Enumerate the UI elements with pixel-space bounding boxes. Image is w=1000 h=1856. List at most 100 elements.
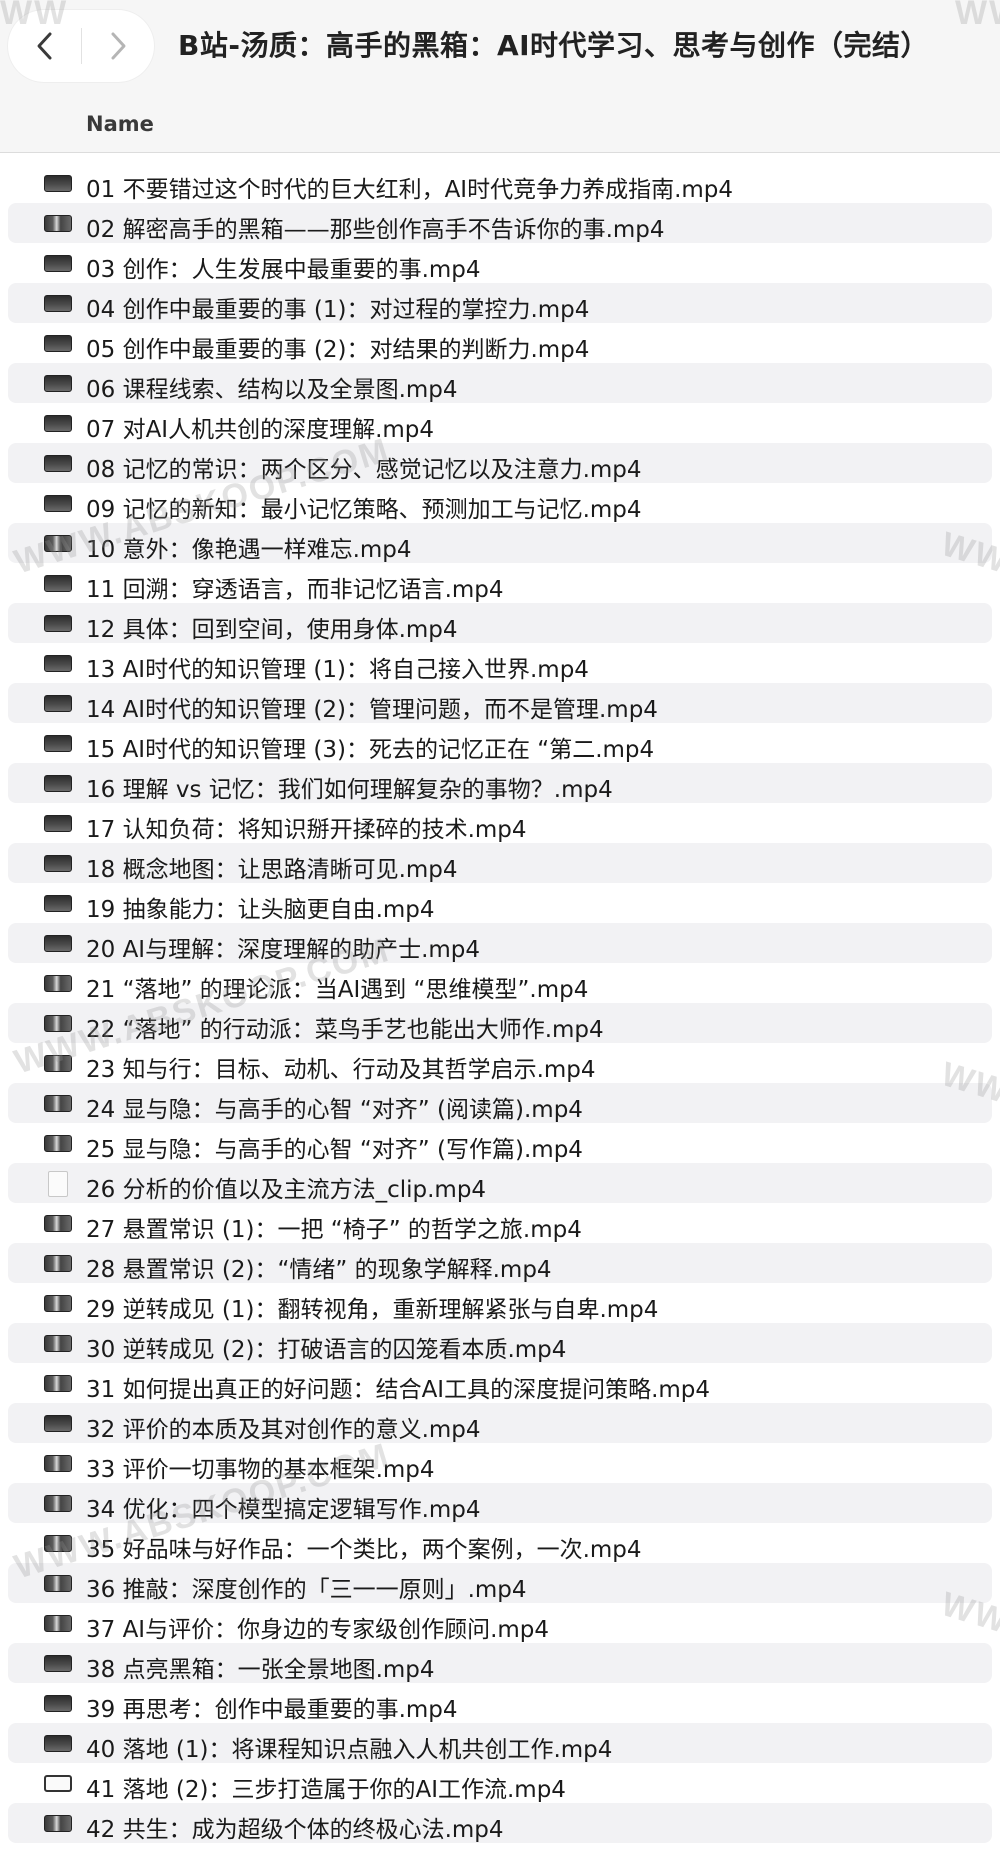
- file-row[interactable]: 09 记忆的新知：最小记忆策略、预测加工与记忆.mp4: [8, 483, 992, 523]
- file-row[interactable]: 05 创作中最重要的事 (2)：对结果的判断力.mp4: [8, 323, 992, 363]
- file-row[interactable]: 33 评价一切事物的基本框架.mp4: [8, 1443, 992, 1483]
- forward-button[interactable]: [81, 10, 154, 82]
- video-file-icon: [44, 1415, 72, 1432]
- file-row[interactable]: 10 意外：像艳遇一样难忘.mp4: [8, 523, 992, 563]
- video-file-icon: [44, 455, 72, 472]
- file-row[interactable]: 28 悬置常识 (2)：“情绪” 的现象学解释.mp4: [8, 1243, 992, 1283]
- file-row[interactable]: 04 创作中最重要的事 (1)：对过程的掌控力.mp4: [8, 283, 992, 323]
- back-button[interactable]: [8, 10, 81, 82]
- file-name: 01 不要错过这个时代的巨大红利，AI时代竞争力养成指南.mp4: [86, 177, 734, 203]
- file-name: 14 AI时代的知识管理 (2)：管理问题，而不是管理.mp4: [86, 697, 658, 723]
- video-file-icon: [44, 1655, 72, 1672]
- video-file-icon: [44, 615, 72, 632]
- file-name: 28 悬置常识 (2)：“情绪” 的现象学解释.mp4: [86, 1257, 552, 1283]
- file-name: 31 如何提出真正的好问题：结合AI工具的深度提问策略.mp4: [86, 1377, 711, 1403]
- file-name: 09 记忆的新知：最小记忆策略、预测加工与记忆.mp4: [86, 497, 642, 523]
- video-file-icon: [44, 655, 72, 672]
- video-file-icon: [44, 215, 72, 232]
- file-row[interactable]: 16 理解 vs 记忆：我们如何理解复杂的事物？.mp4: [8, 763, 992, 803]
- column-header-bar: Name: [0, 92, 1000, 153]
- file-row[interactable]: 30 逆转成见 (2)：打破语言的囚笼看本质.mp4: [8, 1323, 992, 1363]
- file-name: 08 记忆的常识：两个区分、感觉记忆以及注意力.mp4: [86, 457, 642, 483]
- file-row[interactable]: 14 AI时代的知识管理 (2)：管理问题，而不是管理.mp4: [8, 683, 992, 723]
- window-titlebar: B站-汤质：高手的黑箱：AI时代学习、思考与创作（完结）: [0, 0, 1000, 92]
- file-name: 41 落地 (2)：三步打造属于你的AI工作流.mp4: [86, 1777, 566, 1803]
- file-row[interactable]: 25 显与隐：与高手的心智 “对齐” (写作篇).mp4: [8, 1123, 992, 1163]
- video-file-icon: [44, 895, 72, 912]
- file-row[interactable]: 42 共生：成为超级个体的终极心法.mp4: [8, 1803, 992, 1843]
- file-name: 12 具体：回到空间，使用身体.mp4: [86, 617, 458, 643]
- file-name: 17 认知负荷：将知识掰开揉碎的技术.mp4: [86, 817, 527, 843]
- chevron-left-icon: [37, 32, 51, 60]
- file-row[interactable]: 02 解密高手的黑箱——那些创作高手不告诉你的事.mp4: [8, 203, 992, 243]
- file-name: 07 对AI人机共创的深度理解.mp4: [86, 417, 435, 443]
- file-name: 16 理解 vs 记忆：我们如何理解复杂的事物？.mp4: [86, 777, 613, 803]
- file-name: 22 “落地” 的行动派：菜鸟手艺也能出大师作.mp4: [86, 1017, 604, 1043]
- file-row[interactable]: 20 AI与理解：深度理解的助产士.mp4: [8, 923, 992, 963]
- file-row[interactable]: 34 优化：四个模型搞定逻辑写作.mp4: [8, 1483, 992, 1523]
- file-row[interactable]: 17 认知负荷：将知识掰开揉碎的技术.mp4: [8, 803, 992, 843]
- video-file-icon: [44, 735, 72, 752]
- file-row[interactable]: 07 对AI人机共创的深度理解.mp4: [8, 403, 992, 443]
- file-row[interactable]: 32 评价的本质及其对创作的意义.mp4: [8, 1403, 992, 1443]
- file-row[interactable]: 26 分析的价值以及主流方法_clip.mp4: [8, 1163, 992, 1203]
- file-row[interactable]: 36 推敲：深度创作的「三一一原则」.mp4: [8, 1563, 992, 1603]
- file-name: 05 创作中最重要的事 (2)：对结果的判断力.mp4: [86, 337, 590, 363]
- video-file-icon: [44, 1695, 72, 1712]
- video-file-icon: [44, 935, 72, 952]
- file-name: 33 评价一切事物的基本框架.mp4: [86, 1457, 435, 1483]
- file-name: 42 共生：成为超级个体的终极心法.mp4: [86, 1817, 504, 1843]
- document-file-icon: [48, 1171, 68, 1197]
- file-row[interactable]: 38 点亮黑箱：一张全景地图.mp4: [8, 1643, 992, 1683]
- file-name: 13 AI时代的知识管理 (1)：将自己接入世界.mp4: [86, 657, 589, 683]
- file-row[interactable]: 39 再思考：创作中最重要的事.mp4: [8, 1683, 992, 1723]
- file-row[interactable]: 41 落地 (2)：三步打造属于你的AI工作流.mp4: [8, 1763, 992, 1803]
- file-name: 27 悬置常识 (1)：一把 “椅子” 的哲学之旅.mp4: [86, 1217, 582, 1243]
- file-name: 39 再思考：创作中最重要的事.mp4: [86, 1697, 458, 1723]
- file-name: 30 逆转成见 (2)：打破语言的囚笼看本质.mp4: [86, 1337, 567, 1363]
- file-row[interactable]: 27 悬置常识 (1)：一把 “椅子” 的哲学之旅.mp4: [8, 1203, 992, 1243]
- video-file-icon: [44, 175, 72, 192]
- file-name: 02 解密高手的黑箱——那些创作高手不告诉你的事.mp4: [86, 217, 665, 243]
- file-row[interactable]: 01 不要错过这个时代的巨大红利，AI时代竞争力养成指南.mp4: [8, 163, 992, 203]
- file-row[interactable]: 12 具体：回到空间，使用身体.mp4: [8, 603, 992, 643]
- video-file-icon: [44, 335, 72, 352]
- file-row[interactable]: 29 逆转成见 (1)：翻转视角，重新理解紧张与自卑.mp4: [8, 1283, 992, 1323]
- video-file-icon: [44, 495, 72, 512]
- file-row[interactable]: 40 落地 (1)：将课程知识点融入人机共创工作.mp4: [8, 1723, 992, 1763]
- video-file-icon: [44, 375, 72, 392]
- file-row[interactable]: 03 创作：人生发展中最重要的事.mp4: [8, 243, 992, 283]
- file-row[interactable]: 24 显与隐：与高手的心智 “对齐” (阅读篇).mp4: [8, 1083, 992, 1123]
- file-name: 18 概念地图：让思路清晰可见.mp4: [86, 857, 458, 883]
- file-row[interactable]: 31 如何提出真正的好问题：结合AI工具的深度提问策略.mp4: [8, 1363, 992, 1403]
- column-header-name[interactable]: Name: [86, 112, 154, 136]
- file-name: 04 创作中最重要的事 (1)：对过程的掌控力.mp4: [86, 297, 590, 323]
- video-file-icon: [44, 1335, 72, 1352]
- file-row[interactable]: 21 “落地” 的理论派：当AI遇到 “思维模型”.mp4: [8, 963, 992, 1003]
- video-file-icon: [44, 535, 72, 552]
- file-name: 38 点亮黑箱：一张全景地图.mp4: [86, 1657, 435, 1683]
- video-file-icon: [44, 1615, 72, 1632]
- file-name: 25 显与隐：与高手的心智 “对齐” (写作篇).mp4: [86, 1137, 583, 1163]
- window-title: B站-汤质：高手的黑箱：AI时代学习、思考与创作（完结）: [178, 29, 930, 62]
- video-file-icon: [44, 815, 72, 832]
- file-row[interactable]: 23 知与行：目标、动机、行动及其哲学启示.mp4: [8, 1043, 992, 1083]
- file-row[interactable]: 37 AI与评价：你身边的专家级创作顾问.mp4: [8, 1603, 992, 1643]
- file-name: 29 逆转成见 (1)：翻转视角，重新理解紧张与自卑.mp4: [86, 1297, 659, 1323]
- file-row[interactable]: 13 AI时代的知识管理 (1)：将自己接入世界.mp4: [8, 643, 992, 683]
- file-row[interactable]: 08 记忆的常识：两个区分、感觉记忆以及注意力.mp4: [8, 443, 992, 483]
- file-row[interactable]: 15 AI时代的知识管理 (3)：死去的记忆正在 “第二.mp4: [8, 723, 992, 763]
- file-row[interactable]: 35 好品味与好作品：一个类比，两个案例，一次.mp4: [8, 1523, 992, 1563]
- file-row[interactable]: 19 抽象能力：让头脑更自由.mp4: [8, 883, 992, 923]
- file-name: 24 显与隐：与高手的心智 “对齐” (阅读篇).mp4: [86, 1097, 583, 1123]
- video-file-icon: [44, 1535, 72, 1552]
- file-name: 34 优化：四个模型搞定逻辑写作.mp4: [86, 1497, 481, 1523]
- file-row[interactable]: 11 回溯：穿透语言，而非记忆语言.mp4: [8, 563, 992, 603]
- file-row[interactable]: 18 概念地图：让思路清晰可见.mp4: [8, 843, 992, 883]
- file-row[interactable]: 06 课程线索、结构以及全景图.mp4: [8, 363, 992, 403]
- video-file-icon: [44, 1015, 72, 1032]
- file-row[interactable]: 22 “落地” 的行动派：菜鸟手艺也能出大师作.mp4: [8, 1003, 992, 1043]
- navigation-buttons: [8, 10, 154, 82]
- file-name: 32 评价的本质及其对创作的意义.mp4: [86, 1417, 481, 1443]
- file-name: 20 AI与理解：深度理解的助产士.mp4: [86, 937, 481, 963]
